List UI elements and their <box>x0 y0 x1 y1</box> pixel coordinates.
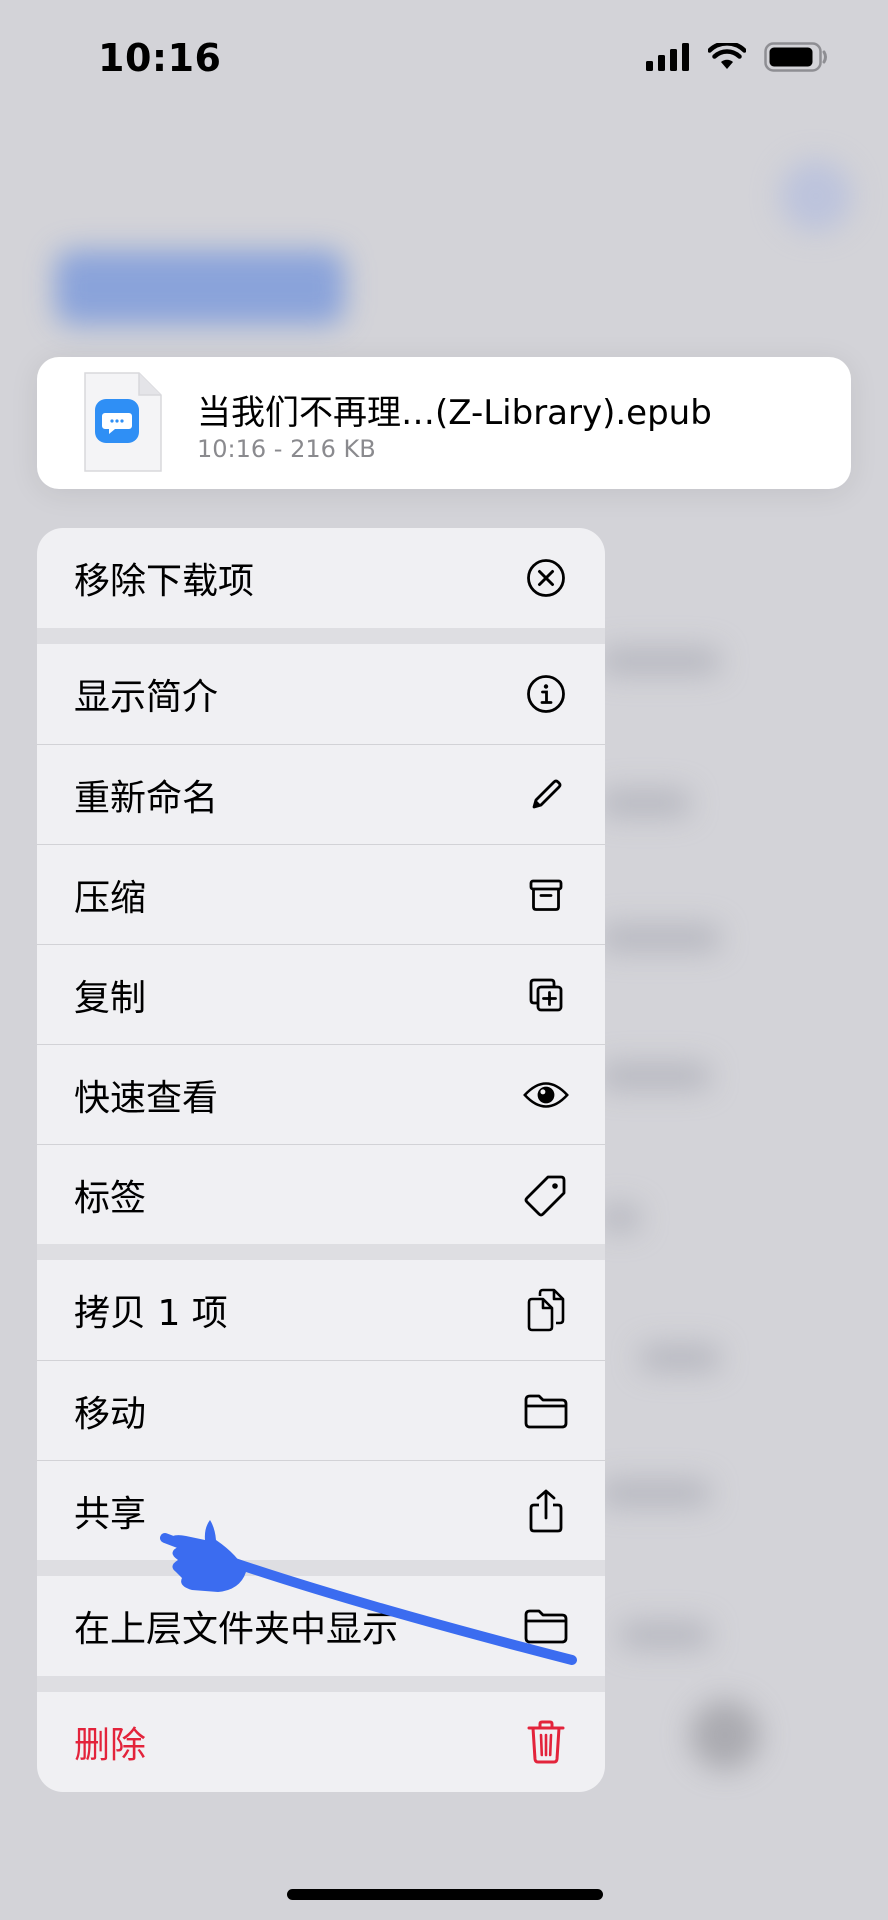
blurred-button <box>780 160 852 232</box>
folder-icon <box>523 1603 569 1649</box>
blurred-row <box>600 1480 710 1506</box>
menu-item-label: 共享 <box>74 1493 147 1535</box>
menu-item-label: 显示简介 <box>74 677 219 718</box>
menu-item-label: 压缩 <box>74 877 147 919</box>
blurred-title <box>55 250 345 325</box>
menu-item-tags[interactable]: 标签 <box>37 1144 605 1244</box>
file-meta: 10:16 - 216 KB <box>197 435 376 463</box>
menu-item-rename[interactable]: 重新命名 <box>37 744 605 844</box>
trash-icon <box>523 1719 569 1765</box>
menu-item-get-info[interactable]: 显示简介 <box>37 644 605 744</box>
home-indicator[interactable] <box>287 1889 603 1900</box>
menu-item-remove-download[interactable]: 移除下载项 <box>37 528 605 628</box>
share-icon <box>523 1488 569 1534</box>
info-circle-icon <box>523 671 569 717</box>
wifi-icon <box>707 41 747 75</box>
menu-item-label: 拷贝 1 项 <box>74 1293 228 1334</box>
blurred-row <box>640 1345 720 1371</box>
menu-item-label: 删除 <box>74 1725 147 1766</box>
menu-item-quick-look[interactable]: 快速查看 <box>37 1044 605 1144</box>
archive-box-icon <box>523 872 569 918</box>
duplicate-plus-icon <box>523 972 569 1018</box>
menu-item-share[interactable]: 共享 <box>37 1460 605 1560</box>
blurred-row <box>600 1205 640 1231</box>
cellular-signal-icon <box>646 43 690 75</box>
status-time: 10:16 <box>98 36 222 80</box>
blurred-row <box>600 925 720 951</box>
epub-file-icon <box>81 371 163 473</box>
eye-icon <box>523 1072 569 1118</box>
menu-group-separator <box>37 628 605 644</box>
menu-item-label: 移除下载项 <box>74 561 255 602</box>
menu-group-separator <box>37 1560 605 1576</box>
pencil-icon <box>523 772 569 818</box>
x-circle-icon <box>523 555 569 601</box>
menu-item-duplicate[interactable]: 复制 <box>37 944 605 1044</box>
battery-icon <box>764 42 828 76</box>
blurred-row <box>600 648 720 674</box>
menu-item-label: 复制 <box>74 977 147 1019</box>
blurred-row <box>600 1063 710 1089</box>
copy-docs-icon <box>523 1287 569 1333</box>
menu-item-copy[interactable]: 拷贝 1 项 <box>37 1260 605 1360</box>
blurred-dot <box>690 1700 760 1770</box>
menu-item-move[interactable]: 移动 <box>37 1360 605 1460</box>
menu-item-label: 快速查看 <box>74 1077 219 1119</box>
file-name: 当我们不再理…(Z-Library).epub <box>197 393 712 433</box>
menu-group-separator <box>37 1244 605 1260</box>
menu-item-delete[interactable]: 删除 <box>37 1692 605 1792</box>
tag-icon <box>523 1172 569 1218</box>
blurred-row <box>600 790 690 816</box>
status-bar: 10:16 <box>0 0 888 120</box>
status-icons <box>646 41 828 76</box>
menu-item-show-in-enclosing-folder[interactable]: 在上层文件夹中显示 <box>37 1576 605 1676</box>
context-menu: 移除下载项 显示简介 重新命名 压缩 复制 快速查看 标签 拷贝 1 项 移动 … <box>37 528 605 1792</box>
menu-item-label: 移动 <box>74 1393 147 1435</box>
menu-item-label: 在上层文件夹中显示 <box>74 1609 399 1650</box>
blurred-row <box>620 1622 710 1648</box>
menu-item-compress[interactable]: 压缩 <box>37 844 605 944</box>
menu-item-label: 重新命名 <box>74 777 219 819</box>
folder-icon <box>523 1388 569 1434</box>
menu-group-separator <box>37 1676 605 1692</box>
menu-item-label: 标签 <box>74 1177 147 1219</box>
file-preview-card: 当我们不再理…(Z-Library).epub 10:16 - 216 KB <box>37 357 851 489</box>
